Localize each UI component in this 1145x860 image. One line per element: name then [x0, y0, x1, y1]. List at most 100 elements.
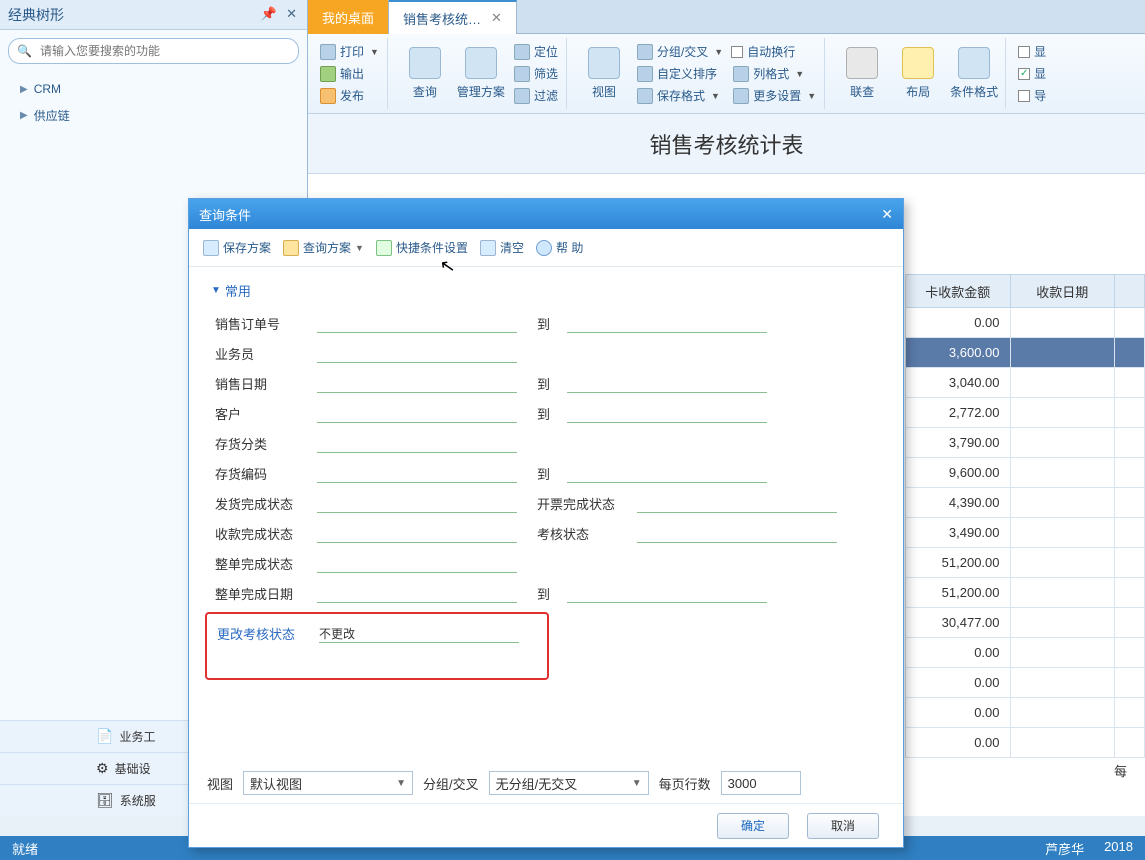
publish-button[interactable]: 发布 [318, 86, 381, 106]
export-button[interactable]: 输出 [318, 64, 381, 84]
dialog-title-bar[interactable]: 查询条件 ✕ [189, 199, 903, 229]
customer-from-input[interactable] [317, 403, 517, 423]
tab-desktop[interactable]: 我的桌面 [308, 0, 389, 34]
col-extra[interactable] [1115, 275, 1145, 307]
cell-extra [1115, 338, 1145, 367]
search-input[interactable] [38, 43, 290, 59]
pin-icon[interactable]: 📌 [261, 6, 277, 22]
scheme-button[interactable]: 管理方案 [456, 40, 506, 107]
dialog-close-icon[interactable]: ✕ [881, 206, 893, 223]
locate-button[interactable]: 定位 [512, 42, 560, 62]
cell-amount: 4,390.00 [906, 488, 1011, 517]
ok-button[interactable]: 确定 [717, 813, 789, 839]
col-amount[interactable]: 卡收款金额 [906, 275, 1011, 307]
tree-item-supplychain[interactable]: ▶ 供应链 [8, 102, 299, 128]
to-label: 到 [537, 314, 567, 333]
clear-button[interactable]: 清空 [480, 239, 524, 256]
stockcat-input[interactable] [317, 433, 517, 453]
cell-date [1011, 638, 1116, 667]
cell-extra [1115, 458, 1145, 487]
table-row[interactable]: 3,600.00 [906, 338, 1145, 368]
cell-extra [1115, 518, 1145, 547]
table-row[interactable]: 3,040.00 [906, 368, 1145, 398]
sidebar-close-icon[interactable]: ✕ [286, 6, 297, 22]
col-date[interactable]: 收款日期 [1011, 275, 1116, 307]
tree-item-crm[interactable]: ▶ CRM [8, 76, 299, 102]
customer-to-input[interactable] [567, 403, 767, 423]
group-select[interactable]: 无分组/无交叉 ▼ [489, 771, 649, 795]
table-row[interactable]: 9,600.00 [906, 458, 1145, 488]
cell-amount: 0.00 [906, 698, 1011, 727]
stockcode-to-input[interactable] [567, 463, 767, 483]
quick-cond-button[interactable]: 快捷条件设置 [376, 239, 468, 256]
wholedate-from-input[interactable] [317, 583, 517, 603]
orderno-to-input[interactable] [567, 313, 767, 333]
view-select[interactable]: 默认视图 ▼ [243, 771, 413, 795]
search-box[interactable]: 🔍 [8, 38, 299, 64]
filter-button[interactable]: 筛选 [512, 64, 560, 84]
lookup-button[interactable]: 联查 [837, 40, 887, 107]
table-row[interactable]: 30,477.00 [906, 608, 1145, 638]
row-wholedate: 整单完成日期 到 [207, 578, 885, 608]
colfmt-button[interactable]: 列格式▼ [731, 64, 818, 84]
autowrap-checkbox[interactable]: 自动换行 [731, 42, 818, 62]
grid-footer: 每 [1114, 761, 1127, 780]
ribbon-group-output: 打印▼ 输出 发布 [312, 38, 388, 109]
more-button[interactable]: 更多设置▼ [731, 86, 818, 106]
table-row[interactable]: 3,490.00 [906, 518, 1145, 548]
invoicestatus-input[interactable] [637, 493, 837, 513]
open-scheme-button[interactable]: 查询方案▼ [283, 239, 364, 256]
receiptstatus-input[interactable] [317, 523, 517, 543]
highlight-change-assess: 更改考核状态 不更改 [205, 612, 549, 680]
table-row[interactable]: 0.00 [906, 638, 1145, 668]
grid-header: 卡收款金额 收款日期 [906, 274, 1145, 308]
grid-icon [588, 47, 620, 79]
tab-close-icon[interactable]: ✕ [491, 10, 502, 26]
table-row[interactable]: 2,772.00 [906, 398, 1145, 428]
wholestatus-input[interactable] [317, 553, 517, 573]
view-button[interactable]: 视图 [579, 40, 629, 107]
section-common[interactable]: ▼ 常用 [207, 277, 885, 308]
help-button[interactable]: 帮 助 [536, 239, 583, 256]
btn-label: 布局 [906, 83, 930, 100]
cell-extra [1115, 578, 1145, 607]
orderno-from-input[interactable] [317, 313, 517, 333]
condfmt-button[interactable]: 条件格式 [949, 40, 999, 107]
to-label: 到 [537, 404, 567, 423]
status-text: 就绪 [12, 839, 38, 858]
save-scheme-button[interactable]: 保存方案 [203, 239, 271, 256]
saledate-to-input[interactable] [567, 373, 767, 393]
query-button[interactable]: 查询 [400, 40, 450, 107]
savefmt-button[interactable]: 保存格式▼ [635, 86, 725, 106]
table-row[interactable]: 3,790.00 [906, 428, 1145, 458]
rows-input[interactable]: 3000 [721, 771, 801, 795]
table-row[interactable]: 51,200.00 [906, 548, 1145, 578]
dialog-bottom-controls: 视图 默认视图 ▼ 分组/交叉 无分组/无交叉 ▼ 每页行数 3000 [189, 765, 903, 795]
assessstatus-input[interactable] [637, 523, 837, 543]
table-row[interactable]: 4,390.00 [906, 488, 1145, 518]
print-button[interactable]: 打印▼ [318, 42, 381, 62]
cancel-button[interactable]: 取消 [807, 813, 879, 839]
stockcode-from-input[interactable] [317, 463, 517, 483]
table-row[interactable]: 0.00 [906, 308, 1145, 338]
sort-button[interactable]: 自定义排序 [635, 64, 725, 84]
layout-button[interactable]: 布局 [893, 40, 943, 107]
table-row[interactable]: 51,200.00 [906, 578, 1145, 608]
sift-button[interactable]: 过滤 [512, 86, 560, 106]
show3-checkbox[interactable]: 导 [1018, 86, 1046, 106]
table-row[interactable]: 0.00 [906, 668, 1145, 698]
show1-checkbox[interactable]: 显 [1018, 42, 1046, 62]
wholedate-to-input[interactable] [567, 583, 767, 603]
show2-checkbox[interactable]: ✓显 [1018, 64, 1046, 84]
btn-label: 快捷条件设置 [396, 239, 468, 256]
row-orderno: 销售订单号 到 [207, 308, 885, 338]
table-row[interactable]: 0.00 [906, 728, 1145, 758]
shipstatus-input[interactable] [317, 493, 517, 513]
salesman-input[interactable] [317, 343, 517, 363]
tab-report[interactable]: 销售考核统… ✕ [389, 0, 517, 34]
cell-amount: 0.00 [906, 638, 1011, 667]
saledate-from-input[interactable] [317, 373, 517, 393]
changeassess-input[interactable]: 不更改 [319, 623, 519, 643]
group-button[interactable]: 分组/交叉▼ [635, 42, 725, 62]
table-row[interactable]: 0.00 [906, 698, 1145, 728]
